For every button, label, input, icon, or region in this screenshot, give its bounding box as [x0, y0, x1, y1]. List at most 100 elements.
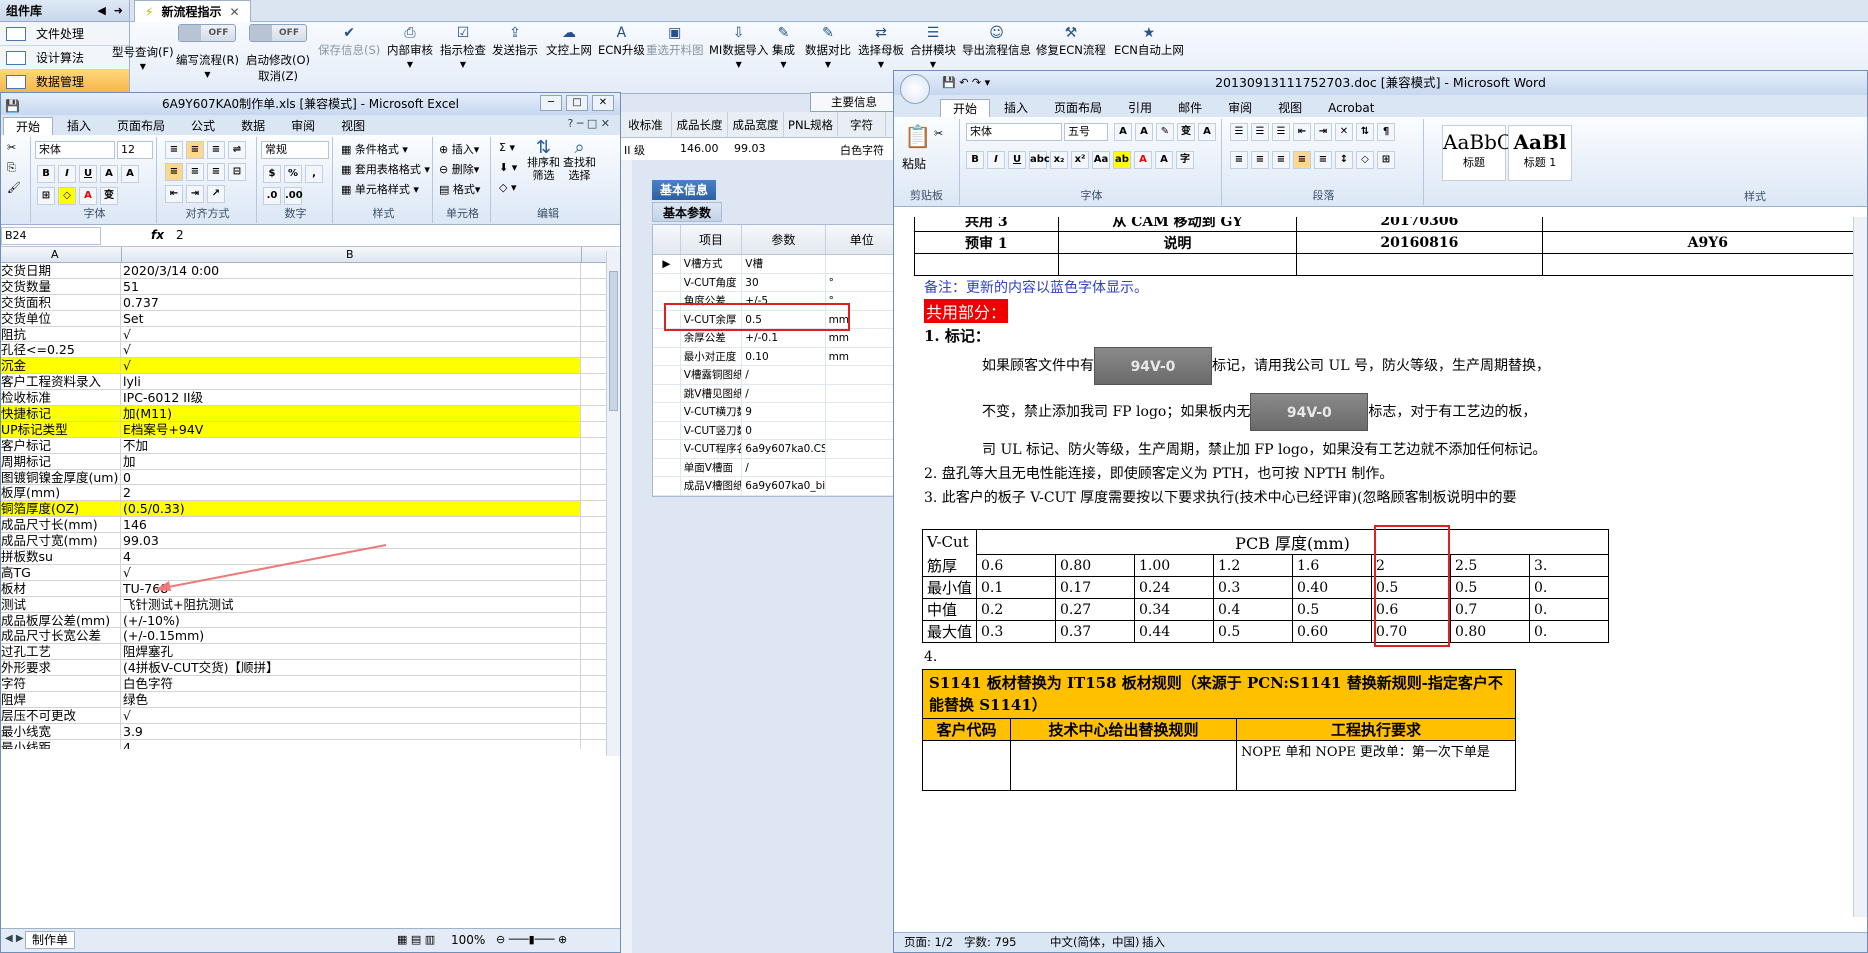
view-buttons[interactable]: ▦ ▤ ▥: [397, 933, 435, 946]
table-row[interactable]: 交货单位 Set: [1, 310, 620, 327]
library-item-data[interactable]: 数据管理: [0, 70, 129, 94]
table-row[interactable]: V-CUT竖刀数 0: [653, 421, 899, 440]
table-row[interactable]: 过孔工艺 阻焊塞孔: [1, 644, 620, 661]
char-shading-icon[interactable]: A: [1155, 151, 1173, 169]
numbering-icon[interactable]: ☰: [1251, 123, 1269, 141]
param-value[interactable]: +/-0.1: [742, 329, 826, 347]
chinese-layout-icon[interactable]: ✕: [1335, 123, 1353, 141]
cell-label[interactable]: 板厚(mm): [1, 485, 121, 501]
fill-color-icon[interactable]: ◇: [58, 187, 76, 205]
align-bottom-icon[interactable]: ≡: [207, 141, 225, 159]
cell-value[interactable]: 0: [121, 469, 581, 485]
tab-insert[interactable]: 插入: [992, 99, 1040, 117]
table-row[interactable]: 铜箔厚度(OZ) (0.5/0.33): [1, 501, 620, 518]
cell-value[interactable]: 3.9: [121, 723, 581, 739]
collapse-icon[interactable]: ◀: [97, 4, 105, 17]
param-value[interactable]: 30: [742, 273, 826, 291]
function-icon[interactable]: fx: [151, 228, 164, 242]
param-value[interactable]: /: [742, 366, 826, 384]
param-value[interactable]: /: [742, 458, 826, 476]
align-left-icon[interactable]: ≡: [165, 163, 183, 181]
table-row[interactable]: ▶ V槽方式 V槽: [653, 255, 899, 274]
cell-value[interactable]: lyli: [121, 374, 581, 390]
cell-value[interactable]: (0.5/0.33): [121, 501, 581, 517]
align-middle-icon[interactable]: ≡: [186, 141, 204, 159]
spreadsheet-grid[interactable]: 交货日期 2020/3/14 0:00 交货数量 51 交货面积 0.737 交货单位 Set…: [1, 263, 620, 749]
column-header-a[interactable]: A: [51, 248, 59, 261]
font-color-icon[interactable]: A: [79, 187, 97, 205]
cell-label[interactable]: 交货数量: [1, 278, 121, 294]
table-row[interactable]: 周期标记加: [1, 453, 620, 470]
shading-icon[interactable]: ◇: [1356, 151, 1374, 169]
office-button[interactable]: [900, 74, 930, 104]
cell-label[interactable]: 检收标准: [1, 390, 121, 406]
cell-value[interactable]: 加(M11): [121, 406, 581, 421]
superscript-button[interactable]: x²: [1071, 151, 1089, 169]
column-header[interactable]: 参数: [742, 225, 826, 254]
column-header[interactable]: 单位: [826, 225, 899, 254]
table-row[interactable]: 阻抗 √: [1, 326, 620, 343]
cell-label[interactable]: 高TG: [1, 564, 121, 580]
tab-data[interactable]: 数据: [229, 117, 277, 135]
instruction-check-button[interactable]: ☑ 指示检查 ▼: [440, 24, 486, 69]
borders-icon[interactable]: ⊞: [1377, 151, 1395, 169]
conditional-format-button[interactable]: ▦ 条件格式 ▾: [341, 141, 408, 157]
align-right-icon[interactable]: ≡: [1272, 151, 1290, 169]
table-row[interactable]: V-CUT角度 30 °: [653, 273, 899, 292]
param-value[interactable]: 0.10: [742, 347, 826, 365]
vertical-scrollbar[interactable]: [606, 251, 620, 756]
enclose-char-icon[interactable]: 字: [1176, 151, 1194, 169]
pin-icon[interactable]: ➜: [114, 4, 123, 17]
table-row[interactable]: 沉金 √: [1, 358, 620, 375]
tab-home[interactable]: 开始: [3, 117, 54, 135]
formula-input[interactable]: 2: [176, 228, 184, 242]
table-row[interactable]: 客户标记 不加: [1, 437, 620, 454]
toggle-switch[interactable]: OFF: [178, 24, 237, 42]
cell-label[interactable]: UP标记类型: [1, 421, 121, 437]
table-row[interactable]: 成品V槽图纸6a9y607ka0_bi...: [653, 477, 899, 496]
cell-value[interactable]: √: [121, 326, 581, 342]
increase-decimal-icon[interactable]: .0: [263, 187, 281, 205]
column-header[interactable]: 成品宽度: [728, 112, 784, 138]
integrate-button[interactable]: ✎ 集成 ▼: [772, 24, 795, 69]
sort-icon[interactable]: ⇅: [1356, 123, 1374, 141]
tab-view[interactable]: 视图: [329, 117, 377, 135]
save-info-button[interactable]: ✔ 保存信息(S): [318, 24, 380, 58]
cell-label[interactable]: 交货日期: [1, 263, 121, 278]
table-row[interactable]: V-CUT程序名6a9y607ka0.CSV: [653, 440, 899, 459]
insert-mode[interactable]: 插入: [1142, 933, 1165, 952]
cell-value[interactable]: 2020/3/14 0:00: [121, 263, 581, 278]
cell-label[interactable]: 最小线宽: [1, 723, 121, 739]
tab-basic-info[interactable]: 基本信息: [652, 180, 717, 200]
cell-value[interactable]: √: [121, 707, 581, 723]
export-flow-info-button[interactable]: ☺ 导出流程信息: [962, 24, 1031, 58]
repair-ecn-flow-button[interactable]: ⚒ 修复ECN流程: [1036, 24, 1106, 58]
autosum-icon[interactable]: Σ ▾: [499, 141, 515, 154]
insert-cells-button[interactable]: ⊕ 插入▾: [439, 141, 479, 157]
cell-value[interactable]: 绿色: [121, 692, 581, 707]
table-row[interactable]: 快捷标记 加(M11): [1, 406, 620, 422]
copy-icon[interactable]: ⎘: [7, 161, 16, 175]
bold-button[interactable]: B: [37, 165, 55, 183]
doc-control-online-button[interactable]: ☁ 文控上网: [546, 24, 592, 58]
param-value[interactable]: /: [742, 384, 826, 402]
tab-page-layout[interactable]: 页面布局: [105, 117, 177, 135]
indent-decrease-icon[interactable]: ⇤: [165, 185, 183, 203]
close-icon[interactable]: ✕: [229, 5, 239, 19]
tab-mailings[interactable]: 邮件: [1166, 99, 1214, 117]
line-spacing-icon[interactable]: ↕: [1335, 151, 1353, 169]
format-as-table-button[interactable]: ▦ 套用表格格式 ▾: [341, 161, 430, 177]
align-top-icon[interactable]: ≡: [165, 141, 183, 159]
cell-value[interactable]: 4: [121, 739, 581, 749]
cell-styles-button[interactable]: ▦ 单元格样式 ▾: [341, 181, 419, 197]
cell-label[interactable]: 客户标记: [1, 437, 121, 453]
style-heading[interactable]: AaBbC 标题: [1442, 125, 1512, 181]
italic-button[interactable]: I: [987, 151, 1005, 169]
tab-insert[interactable]: 插入: [55, 117, 103, 135]
main-info-button[interactable]: 主要信息: [810, 92, 898, 112]
table-row[interactable]: UP标记类型 E档案号+94V: [1, 421, 620, 438]
decrease-decimal-icon[interactable]: .00: [284, 187, 303, 205]
cell-value[interactable]: (+/-0.15mm): [121, 628, 581, 644]
align-center-icon[interactable]: ≡: [1251, 151, 1269, 169]
table-row[interactable]: 单面V槽面 /: [653, 458, 899, 477]
